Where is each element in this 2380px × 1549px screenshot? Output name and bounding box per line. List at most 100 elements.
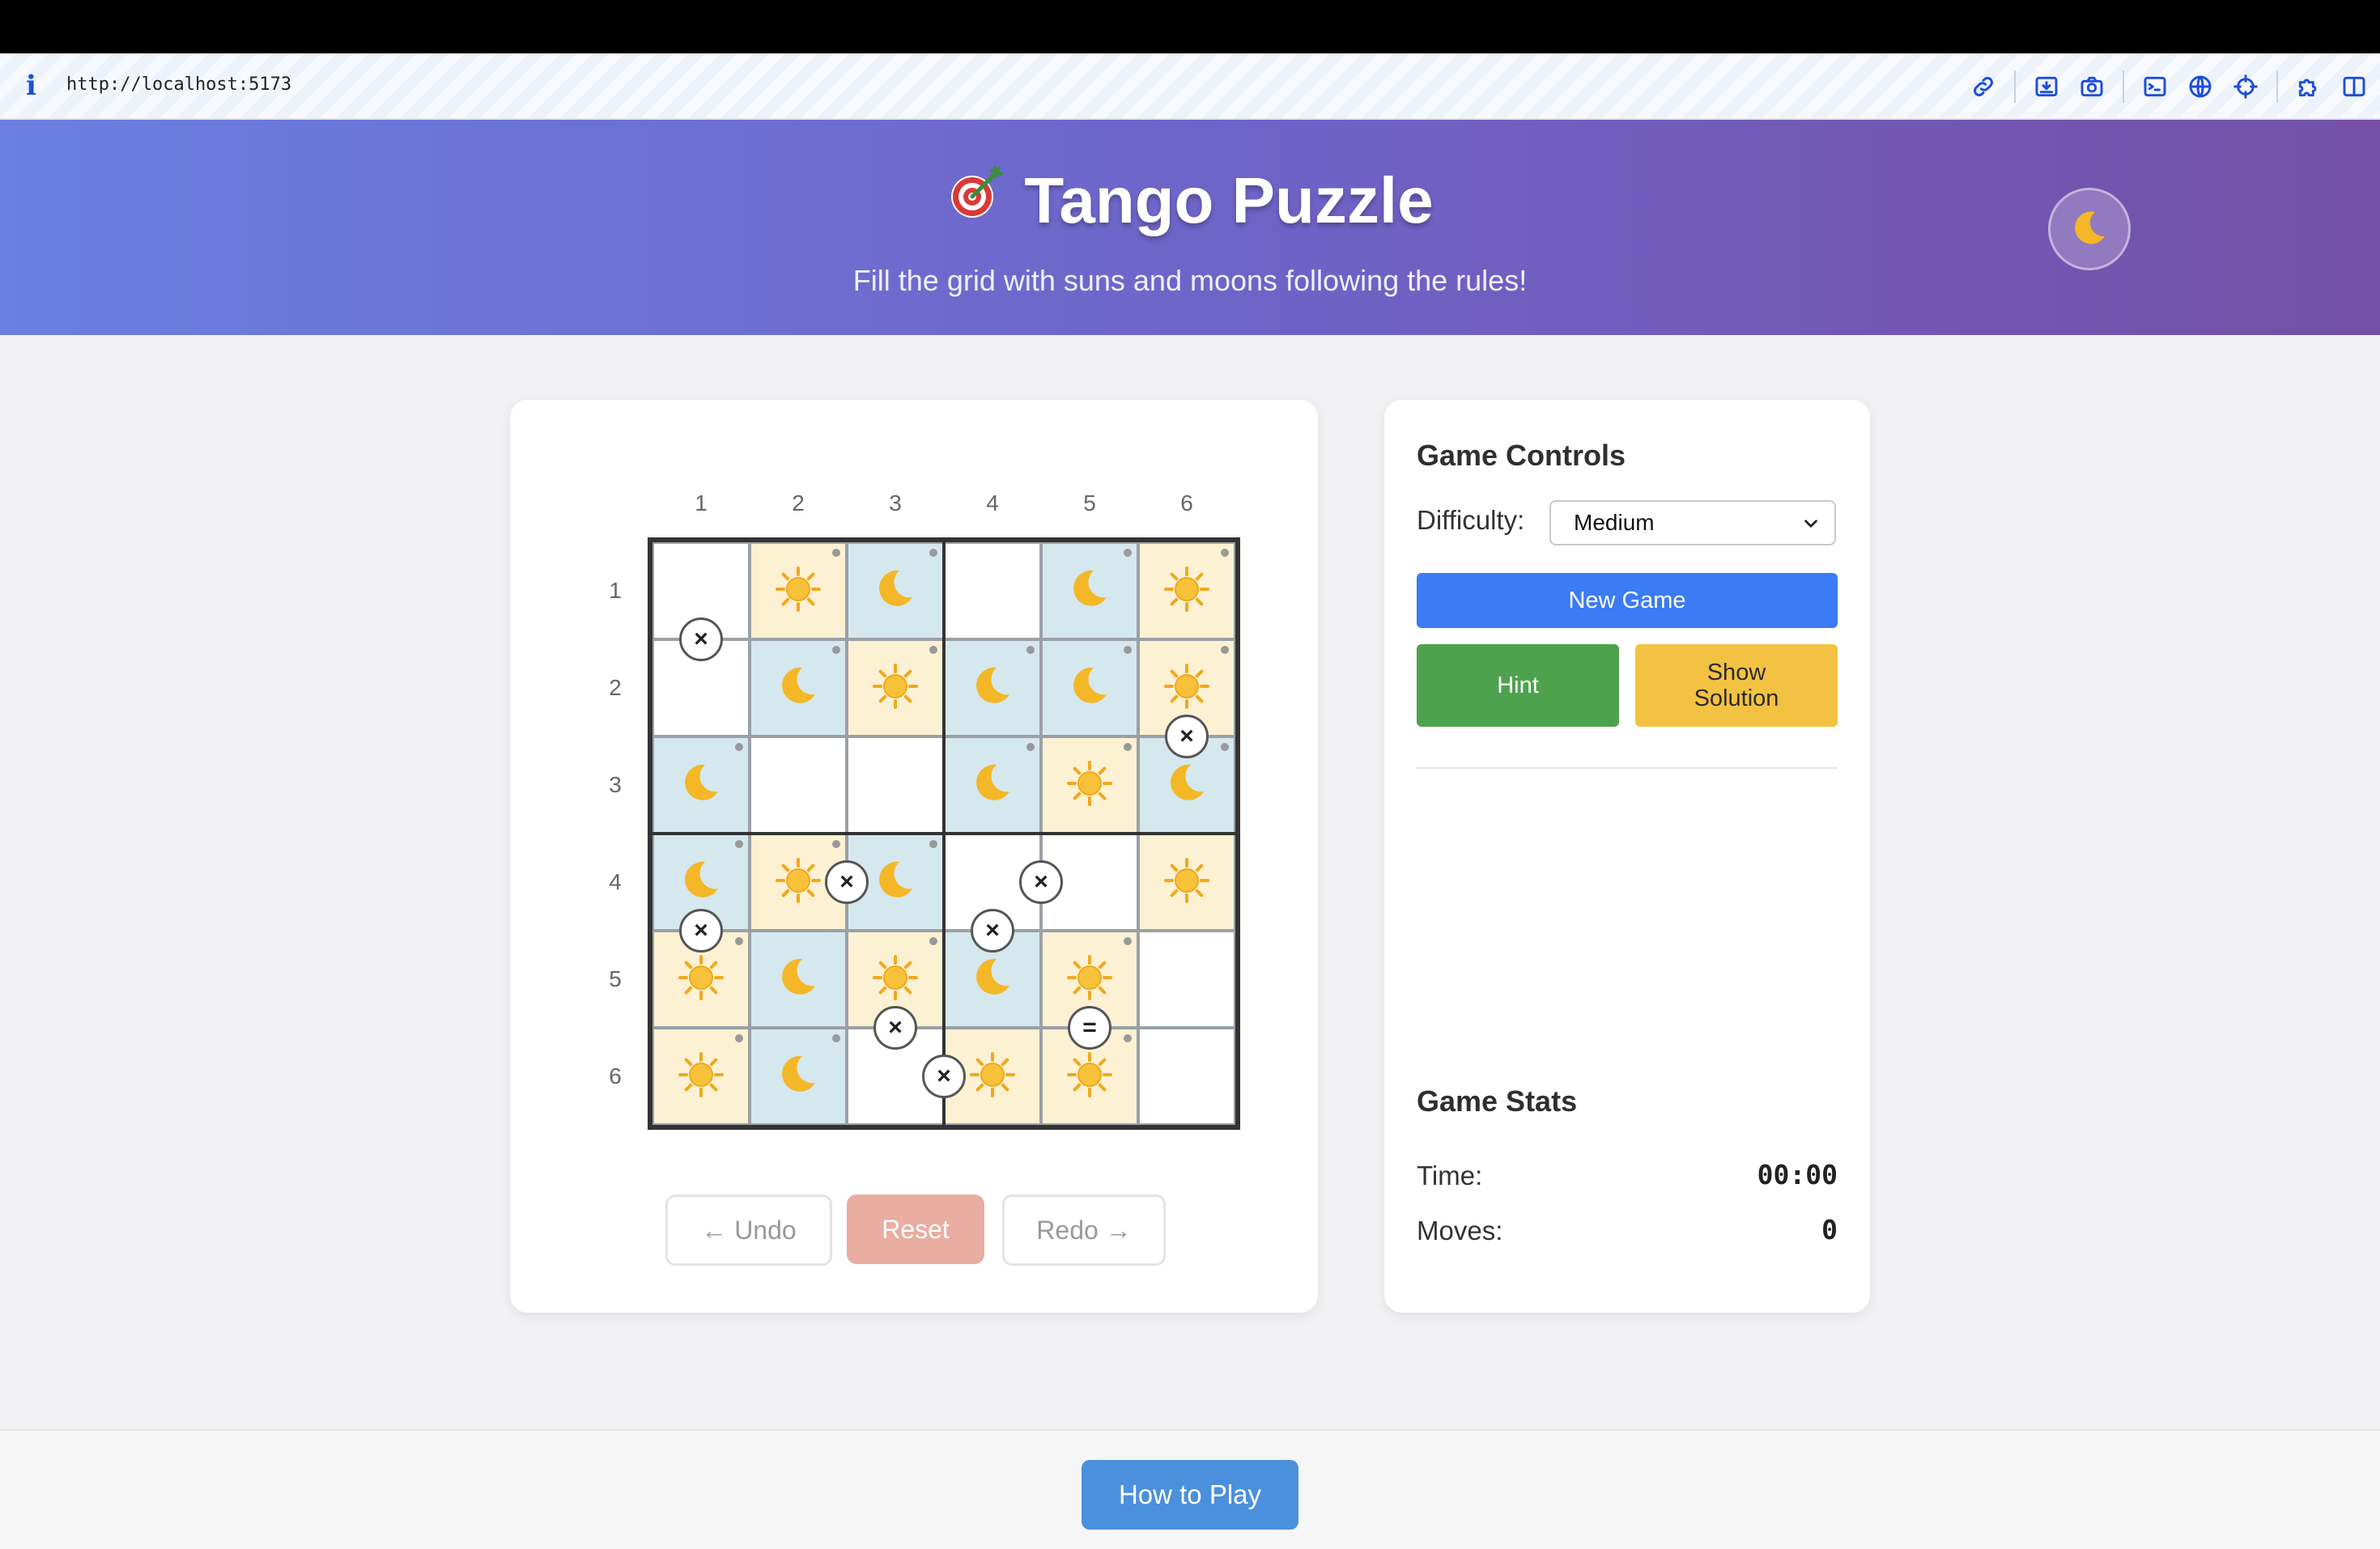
column-label: 1 xyxy=(695,490,708,516)
grid-cell[interactable] xyxy=(847,542,944,639)
locked-indicator xyxy=(929,549,937,557)
grid-cell[interactable] xyxy=(1138,542,1235,639)
grid-cell[interactable] xyxy=(1138,931,1235,1028)
locked-indicator xyxy=(1124,646,1132,654)
stats-heading: Game Stats xyxy=(1417,1084,1578,1118)
globe-icon[interactable] xyxy=(2186,72,2215,101)
grid-cell[interactable] xyxy=(847,639,944,736)
toolbar-separator xyxy=(2014,70,2016,103)
grid-cell[interactable] xyxy=(1138,834,1235,931)
moon-icon xyxy=(969,954,1016,1005)
region-divider xyxy=(652,832,1235,835)
row-label: 4 xyxy=(609,869,622,894)
redo-button[interactable]: Redo → xyxy=(1002,1195,1166,1266)
grid-cell[interactable] xyxy=(750,736,847,834)
locked-indicator xyxy=(735,840,743,848)
opposite-constraint: × xyxy=(679,909,723,953)
sun-icon xyxy=(1162,856,1211,909)
locked-indicator xyxy=(1124,937,1132,945)
moon-icon xyxy=(1066,566,1113,617)
target-icon xyxy=(946,163,1005,238)
moon-icon xyxy=(775,663,822,714)
grid-cell[interactable] xyxy=(750,931,847,1028)
link-icon[interactable] xyxy=(1969,72,1998,101)
sidebar-icon[interactable] xyxy=(2340,72,2369,101)
time-label: Time: xyxy=(1417,1161,1483,1190)
puzzle-grid: × × × × × × × = × xyxy=(648,537,1240,1130)
app-header: Tango Puzzle Fill the grid with suns and… xyxy=(0,120,2380,335)
url-text[interactable]: http://localhost:5173 xyxy=(66,74,291,95)
footer: How to Play xyxy=(0,1429,2380,1549)
locked-indicator xyxy=(735,1034,743,1042)
grid-cell[interactable] xyxy=(750,542,847,639)
page-title: Tango Puzzle xyxy=(1024,164,1434,236)
board-card: 123456 123456 × × × × × × × = × ← Undo Reset Red… xyxy=(510,400,1318,1313)
locked-indicator xyxy=(1221,646,1229,654)
hint-button[interactable]: Hint xyxy=(1417,644,1619,727)
page-title-row: Tango Puzzle xyxy=(0,163,2380,243)
info-icon[interactable]: i xyxy=(26,70,36,102)
grid-cell[interactable] xyxy=(944,542,1041,639)
moon-icon xyxy=(872,857,919,908)
locked-indicator xyxy=(832,1034,840,1042)
how-to-play-button[interactable]: How to Play xyxy=(1082,1460,1298,1530)
theme-toggle-button[interactable] xyxy=(2048,188,2131,270)
controls-card: Game Controls Difficulty: Medium New Gam… xyxy=(1384,400,1870,1313)
sun-icon xyxy=(1162,662,1211,715)
locked-indicator xyxy=(929,937,937,945)
grid-cell[interactable] xyxy=(944,736,1041,834)
grid-cell[interactable] xyxy=(652,736,750,834)
grid-cell[interactable] xyxy=(944,639,1041,736)
grid-cell[interactable] xyxy=(1041,542,1138,639)
locked-indicator xyxy=(1124,549,1132,557)
moon-icon xyxy=(872,566,919,617)
show-solution-button[interactable]: Show Solution xyxy=(1635,644,1838,727)
column-labels: 1 2 3 4 5 6 xyxy=(648,490,1230,523)
grid-cell[interactable] xyxy=(652,1028,750,1125)
opposite-constraint: × xyxy=(971,909,1014,953)
grid-cell[interactable] xyxy=(1138,1028,1235,1125)
download-icon[interactable] xyxy=(2032,72,2061,101)
grid-cell[interactable] xyxy=(750,1028,847,1125)
locked-indicator xyxy=(832,549,840,557)
page-subtitle: Fill the grid with suns and moons follow… xyxy=(852,264,1528,297)
opposite-constraint: × xyxy=(1165,715,1209,758)
row-label: 2 xyxy=(609,675,622,700)
camera-icon[interactable] xyxy=(2077,72,2106,101)
sun-icon xyxy=(774,856,822,909)
time-value: 00:00 xyxy=(1757,1159,1838,1190)
sun-icon xyxy=(1065,759,1114,812)
column-label: 6 xyxy=(1180,490,1193,516)
moon-icon xyxy=(678,857,725,908)
sun-icon xyxy=(1065,1050,1114,1103)
sun-icon xyxy=(677,953,725,1006)
row-label: 6 xyxy=(609,1063,622,1089)
opposite-constraint: × xyxy=(873,1006,917,1050)
moon-icon xyxy=(775,954,822,1005)
address-bar: i http://localhost:5173 xyxy=(0,53,2380,120)
toolbar-separator xyxy=(2276,70,2278,103)
puzzle-icon[interactable] xyxy=(2294,72,2323,101)
locked-indicator xyxy=(1026,646,1035,654)
locked-indicator xyxy=(929,840,937,848)
grid-cell[interactable] xyxy=(1041,639,1138,736)
crosshair-icon[interactable] xyxy=(2231,72,2260,101)
opposite-constraint: × xyxy=(825,860,869,904)
row-label: 1 xyxy=(609,578,622,603)
new-game-button[interactable]: New Game xyxy=(1417,573,1838,628)
locked-indicator xyxy=(832,840,840,848)
difficulty-value: Medium xyxy=(1574,510,1655,535)
controls-divider xyxy=(1417,767,1838,769)
moon-icon xyxy=(2069,207,2110,252)
opposite-constraint: × xyxy=(679,617,723,661)
terminal-icon[interactable] xyxy=(2140,72,2170,101)
sun-icon xyxy=(1162,565,1211,617)
grid-cell[interactable] xyxy=(750,639,847,736)
locked-indicator xyxy=(1221,743,1229,751)
undo-button[interactable]: ← Undo xyxy=(665,1195,832,1266)
difficulty-label: Difficulty: xyxy=(1417,505,1525,535)
difficulty-select[interactable]: Medium xyxy=(1549,500,1836,545)
grid-cell[interactable] xyxy=(847,736,944,834)
grid-cell[interactable] xyxy=(1041,736,1138,834)
reset-button[interactable]: Reset xyxy=(847,1195,984,1264)
